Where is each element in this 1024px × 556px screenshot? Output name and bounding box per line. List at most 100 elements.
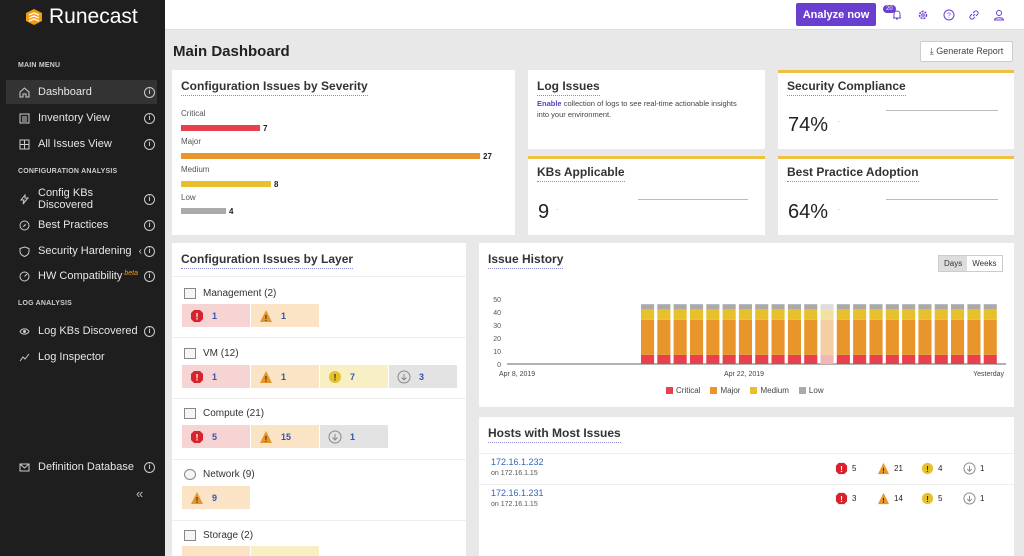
bar-segment-medium[interactable] [722, 309, 736, 320]
sidebar-item-security-hardening[interactable]: Security Hardening ‹ i [6, 239, 157, 263]
logo[interactable]: Runecast [24, 4, 144, 30]
bar-segment-critical[interactable] [804, 354, 818, 364]
sidebar-item-definition-database[interactable]: Definition Database i [6, 455, 157, 479]
info-icon[interactable]: i [144, 86, 155, 98]
sidebar-item-inventory[interactable]: Inventory View i [6, 106, 157, 130]
critical-chip[interactable]: ! 1 [182, 365, 250, 388]
host-row[interactable]: 172.16.1.231 on 172.16.1.15 [491, 488, 544, 508]
info-icon[interactable]: i [144, 219, 155, 231]
sidebar-item-dashboard[interactable]: Dashboard i [6, 80, 157, 104]
bar-segment-low[interactable] [918, 304, 932, 310]
bar-segment-low[interactable] [738, 304, 752, 310]
bar-segment-medium[interactable] [918, 309, 932, 320]
bar-segment-medium[interactable] [787, 309, 801, 320]
bar-segment-critical[interactable] [902, 354, 916, 364]
bar-segment-critical[interactable] [836, 354, 850, 364]
bar-segment-low[interactable] [983, 304, 997, 310]
bar-segment-major[interactable] [673, 319, 687, 355]
info-icon[interactable]: i [144, 112, 155, 124]
info-icon[interactable]: i [144, 325, 155, 337]
bar-segment-major[interactable] [706, 319, 720, 355]
bar-segment-major[interactable] [755, 319, 769, 355]
bar-segment-low[interactable] [836, 304, 850, 310]
bar-segment-low[interactable] [673, 304, 687, 310]
layer-network[interactable]: Network (9) [184, 469, 255, 480]
bar-segment-low[interactable] [902, 304, 916, 310]
severity-bar-low[interactable] [181, 208, 226, 214]
bar-segment-medium[interactable] [673, 309, 687, 320]
bar-segment-major[interactable] [967, 319, 981, 355]
bar-segment-critical[interactable] [771, 354, 785, 364]
major-chip[interactable]: ! 1 [251, 365, 319, 388]
help-icon[interactable]: ? [943, 9, 955, 21]
major-chip[interactable] [182, 546, 250, 556]
chevron-left-icon[interactable]: ‹ [139, 246, 142, 257]
low-chip[interactable]: 3 [389, 365, 457, 388]
gear-icon[interactable] [917, 9, 929, 21]
severity-bar-critical[interactable] [181, 125, 260, 131]
bar-segment-critical[interactable] [673, 354, 687, 364]
bar-segment-low[interactable] [820, 304, 834, 310]
bar-segment-medium[interactable] [690, 309, 704, 320]
bar-segment-critical[interactable] [787, 354, 801, 364]
severity-bar-medium[interactable] [181, 181, 271, 187]
bar-segment-major[interactable] [738, 319, 752, 355]
layer-vm[interactable]: VM (12) [184, 348, 239, 359]
bar-segment-medium[interactable] [902, 309, 916, 320]
bar-segment-major[interactable] [836, 319, 850, 355]
bar-segment-low[interactable] [951, 304, 965, 310]
layer-storage[interactable]: Storage (2) [184, 530, 253, 541]
medium-chip[interactable] [251, 546, 319, 556]
critical-chip[interactable]: ! 5 [182, 425, 250, 448]
bar-segment-major[interactable] [804, 319, 818, 355]
bar-segment-major[interactable] [657, 319, 671, 355]
bar-segment-medium[interactable] [641, 309, 655, 320]
bar-segment-critical[interactable] [885, 354, 899, 364]
bar-segment-major[interactable] [902, 319, 916, 355]
bar-segment-low[interactable] [690, 304, 704, 310]
collapse-sidebar-button[interactable]: « [136, 486, 143, 501]
bar-segment-medium[interactable] [771, 309, 785, 320]
bar-segment-major[interactable] [641, 319, 655, 355]
bar-segment-critical[interactable] [755, 354, 769, 364]
analyze-now-button[interactable]: Analyze now [796, 3, 876, 26]
major-chip[interactable]: ! 1 [251, 304, 319, 327]
bar-segment-low[interactable] [787, 304, 801, 310]
bar-segment-medium[interactable] [951, 309, 965, 320]
medium-chip[interactable]: ! 7 [320, 365, 388, 388]
major-chip[interactable]: ! 9 [182, 486, 250, 509]
host-link[interactable]: 172.16.1.231 [491, 488, 544, 498]
bar-segment-low[interactable] [706, 304, 720, 310]
bar-segment-medium[interactable] [869, 309, 883, 320]
link-icon[interactable] [968, 9, 980, 21]
bar-segment-critical[interactable] [967, 354, 981, 364]
enable-link[interactable]: Enable [537, 99, 562, 108]
bar-segment-critical[interactable] [657, 354, 671, 364]
bar-segment-low[interactable] [885, 304, 899, 310]
sidebar-item-log-inspector[interactable]: Log Inspector [6, 345, 157, 369]
layer-compute[interactable]: Compute (21) [184, 408, 264, 419]
bar-segment-critical[interactable] [738, 354, 752, 364]
bar-segment-low[interactable] [967, 304, 981, 310]
bar-segment-medium[interactable] [983, 309, 997, 320]
info-icon[interactable]: i [144, 245, 155, 257]
bar-segment-critical[interactable] [641, 354, 655, 364]
sidebar-item-all-issues[interactable]: All Issues View i [6, 132, 157, 156]
bar-segment-major[interactable] [690, 319, 704, 355]
info-icon[interactable]: i [144, 138, 155, 150]
bar-segment-critical[interactable] [690, 354, 704, 364]
bar-segment-medium[interactable] [755, 309, 769, 320]
bar-segment-medium[interactable] [853, 309, 867, 320]
host-link[interactable]: 172.16.1.232 [491, 457, 544, 467]
bar-segment-major[interactable] [951, 319, 965, 355]
bar-segment-medium[interactable] [934, 309, 948, 320]
bar-segment-critical[interactable] [951, 354, 965, 364]
bar-segment-medium[interactable] [885, 309, 899, 320]
bar-segment-major[interactable] [820, 319, 834, 355]
bar-segment-medium[interactable] [657, 309, 671, 320]
bar-segment-low[interactable] [934, 304, 948, 310]
info-icon[interactable]: i [144, 270, 155, 282]
bar-segment-low[interactable] [804, 304, 818, 310]
low-chip[interactable]: 1 [320, 425, 388, 448]
bar-segment-medium[interactable] [967, 309, 981, 320]
